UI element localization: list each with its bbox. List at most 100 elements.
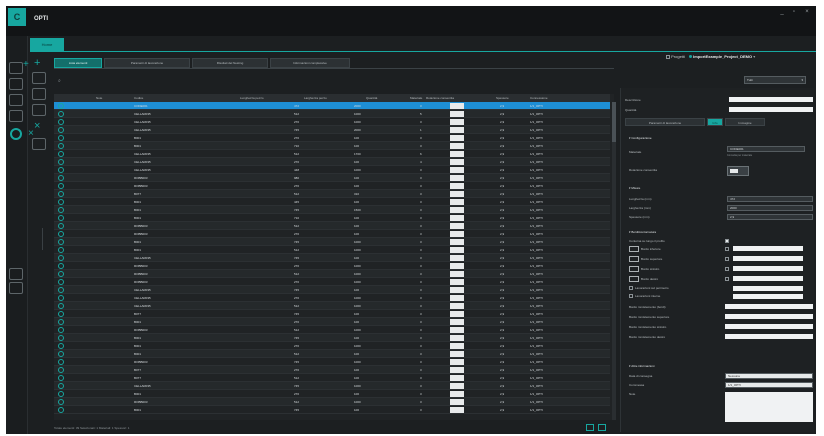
bordo-swatch[interactable] — [629, 246, 639, 252]
import-icon[interactable] — [9, 268, 23, 280]
larghezza-input[interactable]: 2000 — [727, 205, 813, 211]
panel-tab-info[interactable]: Info — [707, 118, 723, 126]
copy-icon[interactable] — [9, 94, 23, 106]
table-row[interactable]: B001 745 100 3 2,9 1/1_OPTI — [54, 406, 610, 414]
maximize-button[interactable]: ▫ — [790, 9, 798, 15]
table-row[interactable]: ROBB003 270 1000 3 2,9 1/1_OPTI — [54, 278, 610, 286]
materiale-select[interactable]: CODE001 — [727, 146, 805, 152]
table-row[interactable]: B001 745 1000 3 2,9 1/1_OPTI — [54, 238, 610, 246]
row-status-icon[interactable] — [58, 311, 64, 317]
table-row[interactable]: ROBB003 270 100 3 2,9 1/1_OPTI — [54, 182, 610, 190]
table-row[interactable]: B001 445 100 3 2,9 1/1_OPTI — [54, 198, 610, 206]
row-status-icon[interactable] — [58, 111, 64, 117]
tab-risultati-nesting[interactable]: Risultati del Nesting — [192, 58, 268, 68]
table-row[interactable]: CELLAR035 512 1000 3 2,9 1/1_OPTI — [54, 302, 610, 310]
bordo-swatch[interactable] — [629, 256, 639, 262]
bordo-swatch[interactable] — [629, 266, 639, 272]
row-status-icon[interactable] — [58, 175, 64, 181]
row-status-icon[interactable] — [58, 271, 64, 277]
row-status-icon[interactable] — [58, 327, 64, 333]
scrollbar-thumb[interactable] — [612, 102, 616, 142]
descrizione-input[interactable] — [729, 97, 813, 102]
table-row[interactable]: CELLAR035 512 1700 6 2,9 1/1_OPTI — [54, 150, 610, 158]
row-status-icon[interactable] — [58, 255, 64, 261]
table-row[interactable]: ROBB003 980 100 3 2,9 1/1_OPTI — [54, 174, 610, 182]
table-row[interactable]: B077 745 100 3 2,9 1/1_OPTI — [54, 310, 610, 318]
note-textarea[interactable] — [725, 392, 813, 422]
rotation-toggle[interactable] — [727, 166, 749, 176]
settings-icon[interactable] — [10, 128, 22, 140]
table-row[interactable]: B001 512 100 3 2,9 1/1_OPTI — [54, 350, 610, 358]
row-status-icon[interactable] — [58, 247, 64, 253]
header-quantita[interactable]: Quantità — [366, 94, 402, 102]
bordo-checkbox[interactable] — [725, 247, 729, 251]
row-status-icon[interactable] — [58, 287, 64, 293]
table-row[interactable]: B001 745 1500 3 2,9 1/1_OPTI — [54, 206, 610, 214]
header-rotazione[interactable]: Rotazione consentita — [426, 94, 486, 102]
close-button[interactable]: × — [803, 9, 811, 15]
lavorazione-select[interactable] — [733, 294, 803, 299]
panel-tab-immagine[interactable]: Immagine — [725, 118, 765, 126]
row-status-icon[interactable] — [58, 119, 64, 125]
section-misure[interactable]: ▾ Misure — [629, 186, 640, 190]
table-row[interactable]: CELLAR035 270 1000 3 2,9 1/1_OPTI — [54, 118, 610, 126]
row-status-icon[interactable] — [58, 159, 64, 165]
paste-icon[interactable] — [9, 110, 23, 122]
table-row[interactable]: CELLAR035 270 1000 3 2,9 1/1_OPTI — [54, 294, 610, 302]
row-status-icon[interactable] — [58, 207, 64, 213]
bordo-checkbox[interactable] — [725, 257, 729, 261]
row-status-icon[interactable] — [58, 383, 64, 389]
table-row[interactable]: ROBB003 512 100 3 2,9 1/1_OPTI — [54, 222, 610, 230]
table-row[interactable]: B001 270 100 3 2,9 1/1_OPTI — [54, 134, 610, 142]
table-row[interactable]: ROBB003 270 100 3 2,9 1/1_OPTI — [54, 230, 610, 238]
row-status-icon[interactable] — [58, 295, 64, 301]
tab-informazioni-complessive[interactable]: Informazioni complessive — [270, 58, 350, 68]
filter-select[interactable]: Tutti ▾ — [744, 76, 806, 84]
header-larghezza[interactable]: Larghezza pezzo — [304, 94, 354, 102]
table-row[interactable]: CELLAR035 448 1000 3 2,9 1/1_OPTI — [54, 166, 610, 174]
table-row[interactable]: CELLAR035 512 1000 5 2,9 1/1_OPTI — [54, 110, 610, 118]
row-status-icon[interactable] — [58, 375, 64, 381]
row-status-icon[interactable] — [58, 215, 64, 221]
minimize-button[interactable]: _ — [778, 9, 786, 15]
bordo-param-input[interactable] — [725, 324, 813, 329]
export-icon[interactable] — [9, 282, 23, 294]
table-row[interactable]: CELLAR035 745 1000 3 2,9 1/1_OPTI — [54, 382, 610, 390]
row-status-icon[interactable] — [58, 303, 64, 309]
table-row[interactable]: ROBB003 512 1000 3 2,9 1/1_OPTI — [54, 326, 610, 334]
row-status-icon[interactable] — [58, 239, 64, 245]
bordi-profile-checkbox[interactable] — [725, 239, 729, 243]
add-element-icon[interactable]: + — [34, 58, 44, 69]
spessore-input[interactable]: 2,9 — [727, 214, 813, 220]
row-status-icon[interactable] — [58, 351, 64, 357]
row-status-icon[interactable] — [58, 143, 64, 149]
row-status-icon[interactable] — [58, 391, 64, 397]
bordo-swatch[interactable] — [629, 276, 639, 282]
table-row[interactable]: CODE001 472 2000 3 2,9 1/1_OPTI — [54, 102, 610, 110]
tab-lista-elementi[interactable]: Lista elementi — [54, 58, 102, 68]
header-note[interactable]: Note — [96, 94, 116, 102]
search-icon[interactable]: ⌕ — [58, 78, 61, 84]
chevron-down-icon[interactable]: ▾ — [753, 54, 755, 59]
row-status-icon[interactable] — [58, 263, 64, 269]
data-consegna-input[interactable]: Nessuna — [725, 373, 813, 379]
header-codice[interactable]: Codice — [134, 94, 174, 102]
table-row[interactable]: ROBB003 512 1000 3 2,9 1/1_OPTI — [54, 398, 610, 406]
table-scrollbar[interactable] — [612, 102, 616, 420]
table-row[interactable]: B001 512 1000 3 2,9 1/1_OPTI — [54, 246, 610, 254]
row-status-icon[interactable] — [58, 199, 64, 205]
table-row[interactable]: B001 745 100 3 2,9 1/1_OPTI — [54, 334, 610, 342]
row-status-icon[interactable] — [58, 223, 64, 229]
lunghezza-input[interactable]: 472 — [727, 196, 813, 202]
row-status-icon[interactable] — [58, 167, 64, 173]
bordo-param-input[interactable] — [725, 304, 813, 309]
new-file-icon[interactable] — [9, 62, 23, 74]
open-file-icon[interactable] — [9, 78, 23, 90]
edit-icon[interactable] — [32, 88, 46, 100]
section-info[interactable]: ▾ Altre informazioni — [629, 364, 654, 368]
ribbon-tab-home[interactable]: Home — [30, 38, 64, 51]
row-status-icon[interactable] — [58, 407, 64, 413]
table-row[interactable]: CELLAR035 745 2000 1 2,9 1/1_OPTI — [54, 126, 610, 134]
move-icon[interactable] — [32, 104, 46, 116]
bordo-checkbox[interactable] — [725, 267, 729, 271]
